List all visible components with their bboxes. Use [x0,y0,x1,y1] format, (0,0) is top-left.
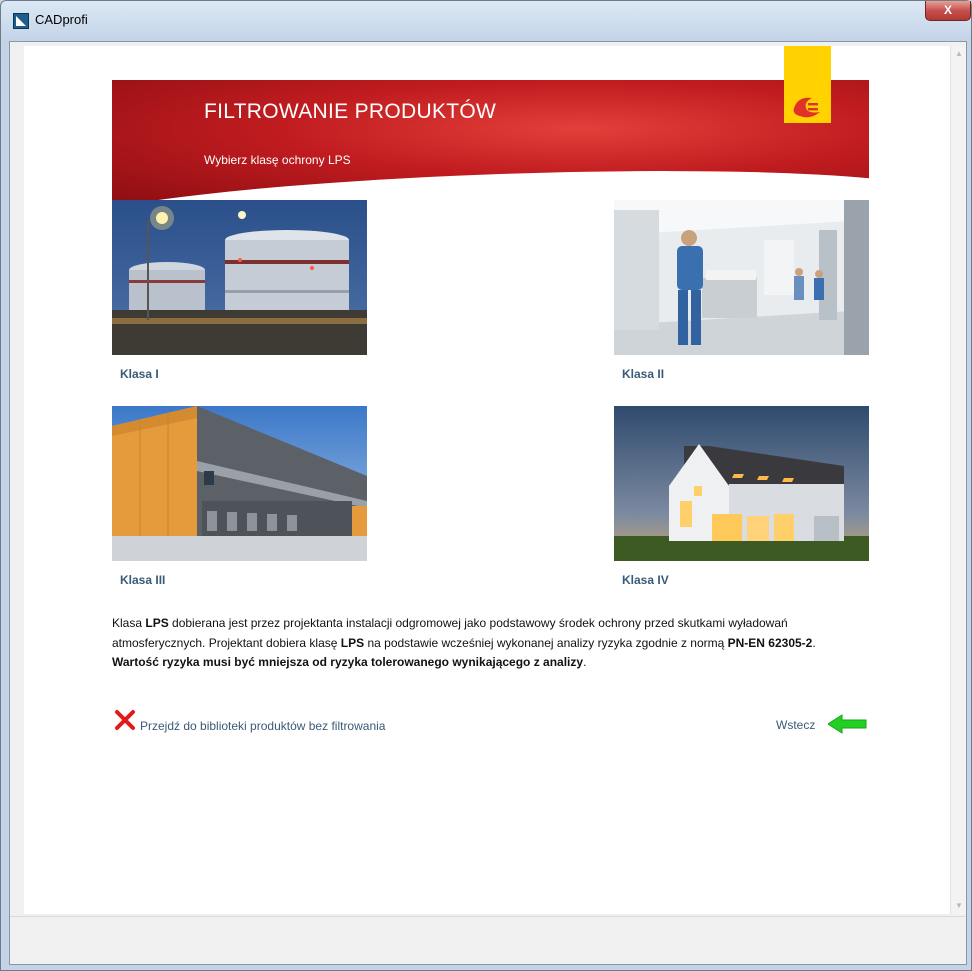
cadprofi-app-icon [13,13,29,29]
plug-logo-icon [784,46,831,123]
app-window: CADprofi X FILTROWANIE PRODUKTÓW Wybierz… [0,0,972,971]
house-dusk-image[interactable] [614,406,869,561]
back-label[interactable]: Wstecz [776,718,815,732]
back-link[interactable]: Wstecz [776,714,876,734]
footer-bar [10,916,966,964]
desc-text: . [583,655,587,669]
page-subtitle: Wybierz klasę ochrony LPS [204,153,351,167]
green-back-arrow-icon[interactable] [828,714,868,734]
scroll-up-arrow-icon[interactable]: ▲ [951,46,967,62]
desc-bold: LPS [340,635,365,650]
close-button[interactable]: X [925,1,971,21]
lps-description: Klasa LPS dobierana jest przez projektan… [112,614,872,673]
desc-text: Klasa [112,616,146,630]
class-tile-4[interactable]: Klasa IV [614,406,869,587]
header-banner: FILTROWANIE PRODUKTÓW Wybierz klasę ochr… [112,80,869,202]
class-label-4[interactable]: Klasa IV [622,573,669,587]
client-area: FILTROWANIE PRODUKTÓW Wybierz klasę ochr… [9,41,967,965]
warehouse-building-image[interactable] [112,406,367,561]
page-title: FILTROWANIE PRODUKTÓW [204,100,497,123]
skip-filter-label[interactable]: Przejdź do biblioteki produktów bez filt… [140,719,385,733]
desc-text: . [812,635,816,650]
class-tile-1[interactable]: Klasa I [112,200,367,381]
class-label-1[interactable]: Klasa I [120,367,159,381]
desc-text: na podstawie wcześniej wykonanej analizy… [364,635,728,650]
window-title: CADprofi [35,12,88,27]
left-frame [10,46,24,914]
class-tile-2[interactable]: Klasa II [614,200,869,381]
risk-warning: Wartość ryzyka musi być mniejsza od ryzy… [112,655,584,669]
red-x-icon[interactable] [114,709,136,731]
industrial-tanks-image[interactable] [112,200,367,355]
scroll-down-arrow-icon[interactable]: ▼ [951,898,967,914]
content-panel: FILTROWANIE PRODUKTÓW Wybierz klasę ochr… [24,46,950,914]
class-label-2[interactable]: Klasa II [622,367,664,381]
class-label-3[interactable]: Klasa III [120,573,165,587]
desc-bold: LPS [145,616,169,630]
title-bar[interactable]: CADprofi X [1,1,971,41]
vertical-scrollbar[interactable]: ▲ ▼ [950,46,966,914]
class-tile-3[interactable]: Klasa III [112,406,367,587]
desc-bold-norm: PN-EN 62305-2 [727,635,813,650]
hospital-corridor-image[interactable] [614,200,869,355]
